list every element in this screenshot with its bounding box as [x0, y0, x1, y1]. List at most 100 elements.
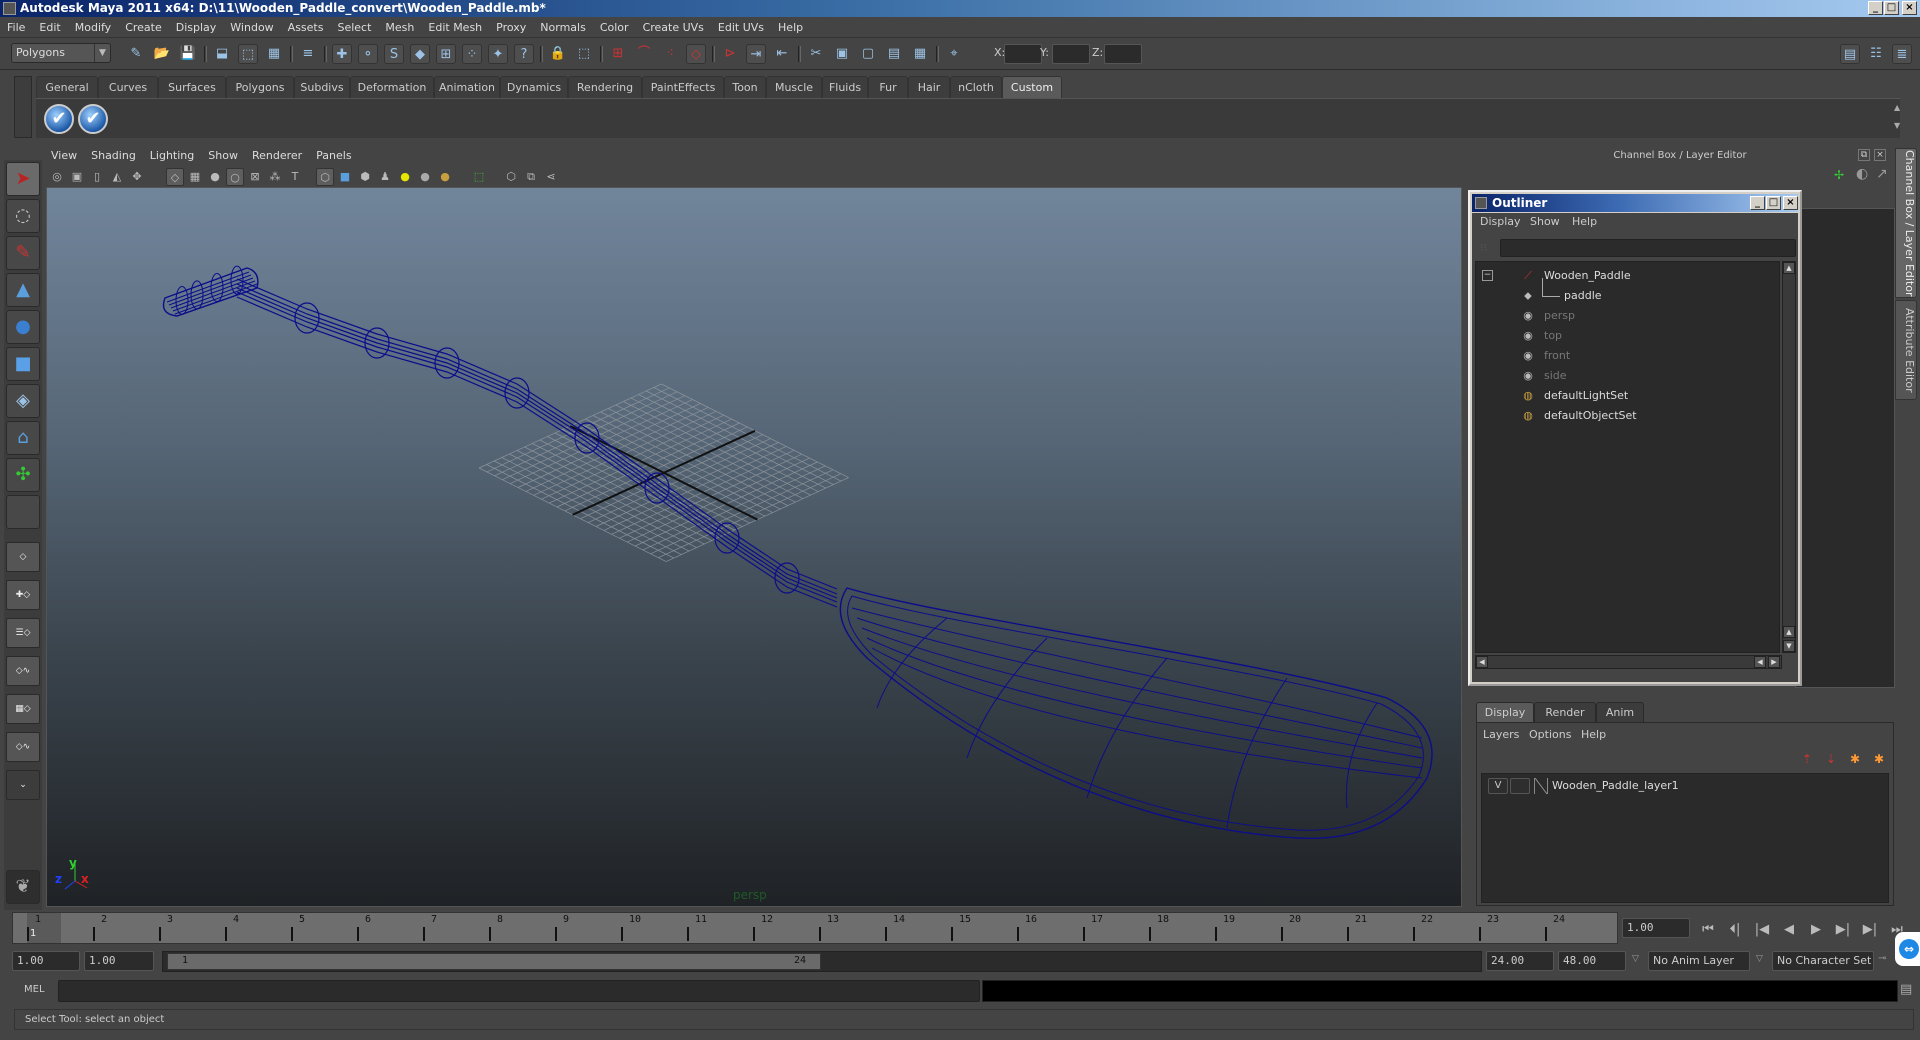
- layer-tab-render[interactable]: Render: [1534, 702, 1596, 722]
- menu-edit-uvs[interactable]: Edit UVs: [711, 18, 771, 38]
- playback-start-field[interactable]: 1.00: [84, 951, 154, 971]
- image-plane-icon[interactable]: ◭: [108, 168, 126, 186]
- scroll-left-icon[interactable]: ◀: [1476, 656, 1488, 668]
- scroll-down-icon[interactable]: ▼: [1783, 640, 1795, 652]
- shelf-tab-toon[interactable]: Toon: [724, 76, 766, 98]
- menu-proxy[interactable]: Proxy: [489, 18, 533, 38]
- menu-color[interactable]: Color: [593, 18, 636, 38]
- bookmarks-icon[interactable]: ▯: [88, 168, 106, 186]
- end-time-field[interactable]: 48.00: [1558, 951, 1626, 971]
- script-editor-icon[interactable]: ▤: [1900, 982, 1912, 997]
- menu-display[interactable]: Display: [169, 18, 224, 38]
- menu-normals[interactable]: Normals: [533, 18, 593, 38]
- maximize-button[interactable]: □: [1884, 1, 1899, 15]
- layer-tab-anim[interactable]: Anim: [1596, 702, 1644, 722]
- outliner-item-paddle[interactable]: ⬥ paddle: [1476, 278, 1776, 306]
- layout-more-layouts-button[interactable]: ⌄: [6, 770, 40, 800]
- menu-assets[interactable]: Assets: [281, 18, 331, 38]
- lasso-tool-button[interactable]: ◌: [6, 199, 40, 233]
- mask-menu-icon[interactable]: ≡: [298, 44, 318, 64]
- shelf-tab-ncloth[interactable]: nCloth: [950, 76, 1002, 98]
- step-back-key-button[interactable]: |◀: [1752, 920, 1772, 940]
- step-forward-key-button[interactable]: ▶|: [1833, 920, 1853, 940]
- layer-color-swatch[interactable]: [1534, 778, 1548, 794]
- high-quality-icon[interactable]: ●: [436, 168, 454, 186]
- layout-single-perspective-view-button[interactable]: ◇: [6, 542, 40, 572]
- shelf-tab-hair[interactable]: Hair: [908, 76, 950, 98]
- select-camera-icon[interactable]: ◎: [48, 168, 66, 186]
- range-slider[interactable]: 1 24: [167, 953, 821, 970]
- use-all-lights-icon[interactable]: ●: [396, 168, 414, 186]
- shelf-tab-dynamics[interactable]: Dynamics: [500, 76, 568, 98]
- collapse-icon[interactable]: −: [1482, 270, 1493, 281]
- outliner-item-defaultlightset[interactable]: ◍ defaultLightSet: [1476, 386, 1776, 406]
- layout-persp-graph-button[interactable]: ◇∿: [6, 656, 40, 686]
- layout-four-view-button[interactable]: ✚◇: [6, 580, 40, 610]
- shelf-tab-surfaces[interactable]: Surfaces: [158, 76, 226, 98]
- resolution-gate-icon[interactable]: ●: [206, 168, 224, 186]
- wireframe-icon[interactable]: ⬡: [316, 168, 334, 186]
- shadows-icon[interactable]: ●: [416, 168, 434, 186]
- shelf-tab-deformation[interactable]: Deformation: [350, 76, 434, 98]
- outliner-item-front[interactable]: ◉ front: [1476, 346, 1776, 366]
- outliner-minimize-button[interactable]: _: [1750, 196, 1765, 210]
- outliner-item-wooden-paddle[interactable]: − ⟋ Wooden_Paddle: [1476, 266, 1776, 286]
- shelf-scroll-down-icon[interactable]: ▼: [1894, 121, 1900, 130]
- auto-key-icon[interactable]: ⊸: [1878, 953, 1886, 964]
- textured-icon[interactable]: ♟: [376, 168, 394, 186]
- safe-title-icon[interactable]: T: [286, 168, 304, 186]
- layer-menu-layers[interactable]: Layers: [1483, 728, 1519, 741]
- close-dock-button[interactable]: ×: [1874, 149, 1886, 161]
- gate-mask-icon[interactable]: ○: [226, 168, 244, 186]
- command-input[interactable]: [58, 980, 980, 1002]
- snap-to-grids-icon[interactable]: ⊞: [608, 44, 628, 64]
- save-scene-icon[interactable]: 💾: [178, 44, 198, 64]
- anim-layer-dropdown-icon[interactable]: ▽: [1632, 954, 1639, 964]
- select-deformations-icon[interactable]: ⊞: [436, 44, 456, 64]
- playback-end-field[interactable]: 24.00: [1486, 951, 1554, 971]
- outliner-item-top[interactable]: ◉ top: [1476, 326, 1776, 346]
- menu-select[interactable]: Select: [330, 18, 378, 38]
- outliner-menu-show[interactable]: Show: [1530, 215, 1560, 228]
- character-set-dropdown-icon[interactable]: ▽: [1756, 954, 1763, 964]
- teamviewer-widget[interactable]: ⇔: [1895, 932, 1920, 966]
- shelf-button-2[interactable]: ✔: [78, 104, 108, 134]
- shelf-tab-polygons[interactable]: Polygons: [226, 76, 294, 98]
- play-backwards-button[interactable]: ◀: [1779, 920, 1799, 940]
- panel-menu-view[interactable]: View: [44, 147, 84, 165]
- output-ops-icon[interactable]: ⇤: [772, 44, 792, 64]
- tool-settings-toggle-icon[interactable]: ☷: [1866, 44, 1886, 64]
- lock-selection-icon[interactable]: 🔒: [548, 44, 568, 64]
- menu-set-dropdown[interactable]: Polygons ▼: [11, 43, 111, 63]
- ipr-render-icon[interactable]: ▢: [858, 44, 878, 64]
- go-to-start-button[interactable]: ⏮: [1698, 920, 1718, 940]
- shelf-button-1[interactable]: ✔: [44, 104, 74, 134]
- select-misc-icon[interactable]: ?: [514, 44, 534, 64]
- layer-menu-options[interactable]: Options: [1529, 728, 1571, 741]
- character-set-selector[interactable]: No Character Set: [1772, 951, 1874, 971]
- select-surfaces-icon[interactable]: ◆: [410, 44, 430, 64]
- shelf-tab-subdivs[interactable]: Subdivs: [294, 76, 350, 98]
- start-time-field[interactable]: 1.00: [12, 951, 80, 971]
- new-scene-icon[interactable]: ✎: [126, 44, 146, 64]
- menu-window[interactable]: Window: [223, 18, 280, 38]
- layer-menu-help[interactable]: Help: [1581, 728, 1606, 741]
- side-tab-attribute-editor[interactable]: Attribute Editor: [1895, 300, 1917, 400]
- create-layer-from-selected-icon[interactable]: ✱: [1869, 751, 1889, 767]
- scroll-up-icon[interactable]: ▲: [1783, 262, 1795, 274]
- outliner-menu-help[interactable]: Help: [1572, 215, 1597, 228]
- menu-edit[interactable]: Edit: [32, 18, 67, 38]
- hypershade-icon[interactable]: ▦: [910, 44, 930, 64]
- grid-icon[interactable]: ◇: [166, 168, 184, 186]
- menu-create[interactable]: Create: [118, 18, 169, 38]
- manipulator-axis-icon[interactable]: ✢: [1834, 168, 1844, 182]
- layer-display-type-toggle[interactable]: [1510, 778, 1530, 794]
- isolate-select-icon[interactable]: ⬚: [470, 168, 488, 186]
- film-gate-icon[interactable]: ▦: [186, 168, 204, 186]
- channel-speed-icon[interactable]: ◐: [1856, 166, 1868, 182]
- perspective-viewport[interactable]: y x z persp: [46, 187, 1462, 907]
- select-by-component-type-icon[interactable]: ▦: [264, 44, 284, 64]
- two-d-pan-zoom-icon[interactable]: ✥: [128, 168, 146, 186]
- soft-modification-tool-button[interactable]: ⌂: [6, 421, 40, 455]
- shelf-tab-rendering[interactable]: Rendering: [568, 76, 642, 98]
